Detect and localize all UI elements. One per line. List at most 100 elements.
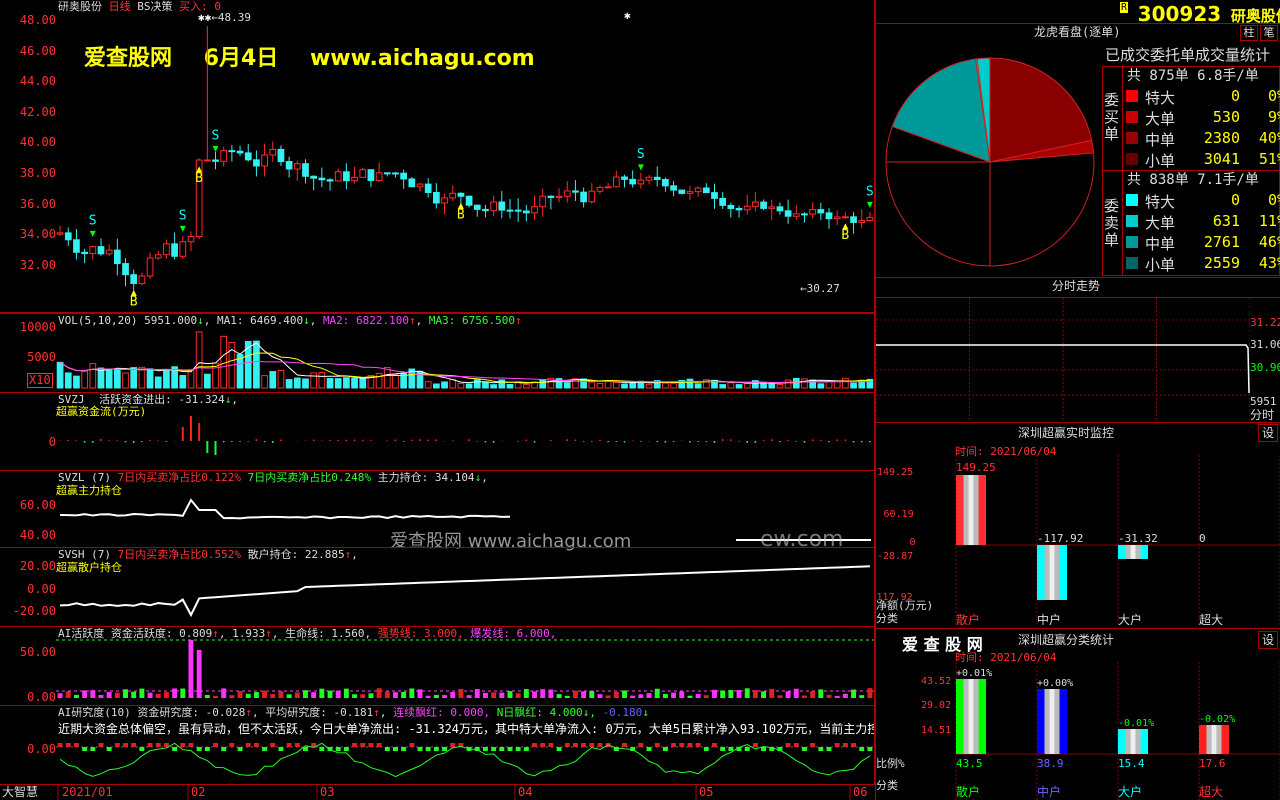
ai-research-chart[interactable] (56, 705, 874, 785)
deal-stat-title: 已成交委托单成交量统计 (1105, 46, 1271, 64)
activity-bar (532, 691, 537, 698)
research-bar (114, 743, 120, 747)
research-bar (270, 743, 276, 747)
activity-bar (761, 691, 767, 698)
volume-bar (842, 377, 849, 389)
candle-body (449, 192, 457, 199)
research-bar (196, 747, 202, 751)
volume-bar (293, 377, 301, 389)
monitor-value: 149.25 (956, 461, 996, 474)
volume-bar (64, 372, 72, 389)
research-bar (450, 743, 456, 747)
buy-row-name: 中单 (1145, 131, 1176, 149)
ai-activity-chart[interactable] (56, 626, 874, 706)
volume-bar (760, 382, 767, 389)
research-bar (556, 747, 562, 751)
research-bar (540, 743, 546, 747)
tab-column[interactable]: 柱 (1240, 25, 1258, 41)
volume-bar (539, 379, 547, 389)
stat-category: 大户 (1118, 784, 1142, 799)
candle-body (514, 209, 522, 212)
activity-bar (401, 691, 407, 698)
ai-act-y-50: 50.00 (19, 645, 56, 659)
research-bar (417, 747, 423, 751)
candle-body (261, 154, 268, 167)
research-bar (90, 747, 96, 751)
retail-holding-line (60, 565, 870, 618)
research-bar (409, 743, 415, 747)
candle-body (122, 263, 129, 276)
stat-value: 43.5 (956, 757, 983, 770)
buy-row-count: 3041 (1203, 150, 1240, 168)
monitor-bar-chart[interactable]: 149.2560.190-28.87-117.92149.25-117.92-3… (876, 455, 1280, 625)
candle-body (506, 209, 514, 212)
candle-body (220, 150, 228, 162)
monitor-y-tick: 60.19 (884, 509, 914, 520)
volume-bar (735, 384, 743, 389)
research-bar (662, 747, 668, 751)
activity-bar (515, 693, 521, 698)
candle-body (244, 152, 252, 161)
candle-body (400, 172, 408, 180)
candle-body (81, 251, 88, 255)
volume-bar (236, 354, 244, 389)
research-bar (65, 743, 71, 747)
candle-body (318, 177, 326, 181)
sell-summary: 共 838单 7.1手/单 (1127, 172, 1259, 188)
activity-bar (229, 695, 235, 698)
candle-body (490, 201, 497, 212)
candle-body (776, 206, 784, 212)
activity-bar (834, 695, 840, 698)
activity-bar (802, 695, 807, 698)
candle-body (179, 241, 187, 257)
volume-bar (457, 382, 465, 389)
volume-chart[interactable] (56, 313, 874, 393)
stat-settings-button[interactable]: 设 (1258, 631, 1278, 649)
sell-row-pct: 43% (1258, 254, 1280, 272)
intraday-chart[interactable] (876, 298, 1250, 422)
sell-signal: S (89, 214, 97, 229)
candle-body (727, 204, 735, 210)
buy-swatch (1126, 153, 1138, 165)
volume-bar (105, 368, 113, 389)
price-tick-label: 46.00 (19, 43, 56, 58)
candle-body (146, 257, 154, 277)
activity-bar (303, 690, 308, 698)
intraday-y-mid: 31.06 (1250, 338, 1280, 351)
activity-bar (213, 695, 218, 698)
volume-bar (97, 367, 105, 389)
svzj-chart[interactable] (56, 392, 874, 471)
candle-body (113, 249, 121, 265)
volume-bar (81, 370, 88, 389)
candlestick-chart[interactable]: S▼B▲S▼B▲S▼B▲S▼B▲S▼ (56, 0, 874, 313)
monitor-settings-button[interactable]: 设 (1258, 424, 1278, 442)
activity-bar (736, 690, 742, 698)
volume-bar (498, 379, 506, 389)
volume-bar (285, 379, 293, 389)
candle-body (547, 195, 555, 198)
order-pie-chart[interactable] (884, 56, 1096, 268)
volume-bar (825, 380, 833, 389)
r-badge: R (1120, 2, 1129, 13)
candle-body (743, 205, 751, 211)
activity-bar (867, 688, 873, 698)
svsh-chart[interactable] (56, 547, 874, 627)
tab-note[interactable]: 笔 (1260, 25, 1278, 41)
buy-row-count: 530 (1212, 108, 1240, 126)
candle-body (367, 169, 375, 181)
activity-bar (793, 688, 799, 698)
price-tick-label: 42.00 (19, 104, 56, 119)
activity-bar (417, 689, 423, 698)
research-bar (343, 747, 349, 751)
price-tick-label: 36.00 (19, 196, 56, 211)
research-bar (442, 747, 448, 751)
research-bar (482, 747, 488, 751)
volume-bar (253, 340, 260, 389)
stat-bar-chart[interactable]: 43.52 29.02 14.51 +0.01% 43.5 散户 +0.00% 38.9 中户 -… (876, 662, 1280, 800)
candle-body (383, 172, 391, 175)
stat-value: 17.6 (1199, 757, 1226, 770)
candle-body (203, 159, 211, 162)
deal-stat-colsplit (1122, 66, 1123, 276)
research-bar (245, 743, 251, 747)
research-bar (139, 747, 145, 751)
